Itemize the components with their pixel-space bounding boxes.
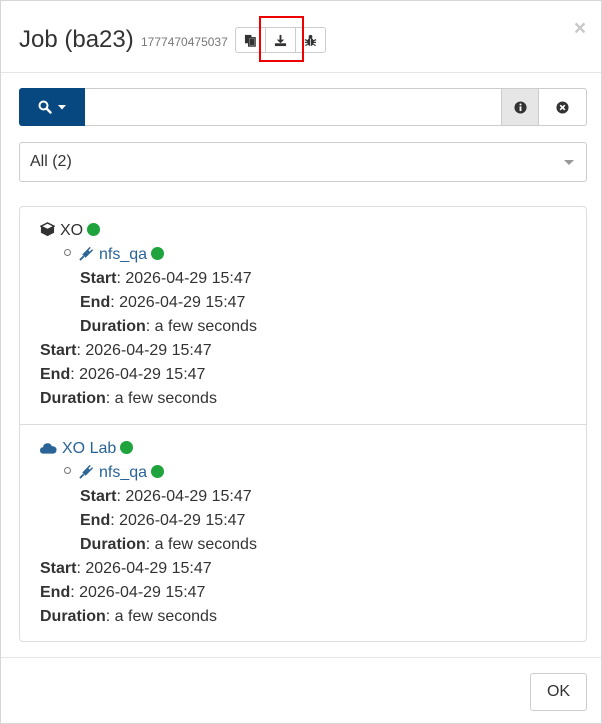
status-dot bbox=[120, 441, 134, 454]
clear-icon bbox=[556, 100, 569, 114]
entry-name[interactable]: XO Lab bbox=[62, 440, 116, 457]
copy-button[interactable] bbox=[235, 27, 266, 53]
bullet-icon bbox=[64, 249, 71, 256]
cloud-icon bbox=[40, 443, 57, 454]
job-log-list: XO nfs_qa Start: 2026-04-29 15:47 End: 2… bbox=[19, 206, 587, 642]
toolbar-button-group bbox=[235, 27, 326, 53]
download-button[interactable] bbox=[265, 27, 296, 53]
list-item: XO nfs_qa Start: 2026-04-29 15:47 End: 2… bbox=[20, 207, 586, 424]
entry-header: XO Lab bbox=[40, 439, 134, 459]
bullet-icon bbox=[64, 467, 71, 474]
entry-duration: Duration: a few seconds bbox=[40, 390, 217, 407]
entry-end: End: 2026-04-29 15:47 bbox=[40, 584, 206, 601]
cube-icon bbox=[40, 222, 55, 237]
job-id: 1777470475037 bbox=[141, 35, 228, 49]
task-duration: Duration: a few seconds bbox=[80, 318, 257, 335]
search-info-button[interactable] bbox=[501, 88, 539, 126]
info-icon bbox=[513, 100, 527, 114]
download-icon bbox=[274, 34, 287, 46]
entry-start: Start: 2026-04-29 15:47 bbox=[40, 342, 212, 359]
modal-footer bbox=[1, 657, 601, 723]
filter-selected-value: All (2) bbox=[30, 153, 72, 170]
copy-icon bbox=[244, 34, 256, 47]
task-end: End: 2026-04-29 15:47 bbox=[80, 512, 246, 529]
task-end: End: 2026-04-29 15:47 bbox=[80, 294, 246, 311]
modal-title: Job (ba23) bbox=[19, 26, 134, 53]
entry-start: Start: 2026-04-29 15:47 bbox=[40, 560, 212, 577]
entry-name: XO bbox=[60, 222, 84, 239]
list-item: XO Lab nfs_qa Start: 2026-04-29 15:47 En… bbox=[20, 424, 586, 641]
ok-button[interactable]: OK bbox=[530, 673, 587, 711]
task-link[interactable]: nfs_qa bbox=[99, 464, 147, 481]
task-header: nfs_qa bbox=[64, 463, 165, 483]
status-dot bbox=[151, 247, 165, 260]
chevron-down-icon bbox=[564, 160, 574, 165]
job-modal: Job (ba23) 1777470475037 × All (2) XO nf… bbox=[0, 0, 602, 724]
plug-icon bbox=[79, 464, 94, 479]
close-button[interactable]: × bbox=[572, 18, 588, 39]
task-header: nfs_qa bbox=[64, 245, 165, 265]
caret-down-icon bbox=[58, 104, 66, 109]
entry-duration: Duration: a few seconds bbox=[40, 608, 217, 625]
clear-search-button[interactable] bbox=[539, 88, 587, 126]
status-dot bbox=[87, 223, 101, 236]
entry-header: XO bbox=[40, 221, 101, 241]
modal-header: Job (ba23) 1777470475037 × bbox=[1, 1, 601, 73]
task-link[interactable]: nfs_qa bbox=[99, 246, 147, 263]
filter-select[interactable]: All (2) bbox=[19, 142, 587, 182]
plug-icon bbox=[79, 246, 94, 261]
search-icon bbox=[38, 100, 52, 114]
status-dot bbox=[151, 465, 165, 478]
search-options-button[interactable] bbox=[19, 88, 85, 126]
search-bar bbox=[19, 88, 587, 126]
report-bug-button[interactable] bbox=[295, 27, 326, 53]
task-start: Start: 2026-04-29 15:47 bbox=[80, 488, 252, 505]
entry-end: End: 2026-04-29 15:47 bbox=[40, 366, 206, 383]
task-duration: Duration: a few seconds bbox=[80, 536, 257, 553]
bug-icon bbox=[304, 34, 317, 46]
search-input[interactable] bbox=[85, 88, 501, 126]
task-start: Start: 2026-04-29 15:47 bbox=[80, 270, 252, 287]
